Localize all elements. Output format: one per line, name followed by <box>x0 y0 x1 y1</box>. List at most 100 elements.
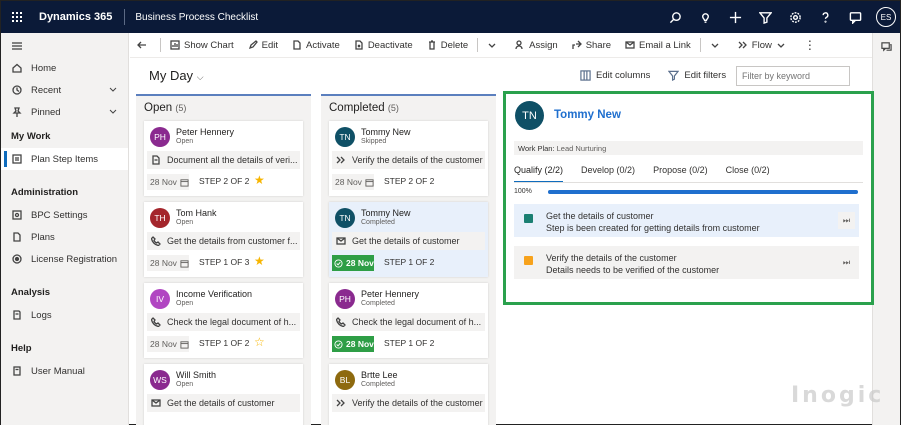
card-name[interactable]: Income Verification <box>176 289 252 299</box>
task-card[interactable]: WS Will Smith Open Get the details of custo… <box>144 364 303 425</box>
email-icon <box>625 41 635 49</box>
edit-filters-button[interactable]: Edit filters <box>668 70 726 81</box>
more-commands-button[interactable]: ⋮ <box>797 33 823 58</box>
filter-icon[interactable] <box>750 1 780 33</box>
add-icon[interactable] <box>720 1 750 33</box>
chevron-down-icon[interactable] <box>108 84 118 97</box>
chevron-down-icon[interactable] <box>108 106 118 119</box>
hamburger-icon[interactable] <box>11 41 23 51</box>
avatar: IV <box>150 289 170 309</box>
lightbulb-icon[interactable] <box>690 1 720 33</box>
more-chevron-button[interactable] <box>480 33 508 58</box>
checkbox-icon[interactable] <box>524 256 533 265</box>
task-card[interactable]: BL Brtte Lee Completed Verify the details o… <box>329 364 488 425</box>
card-task[interactable]: Get the details of customer <box>332 232 485 250</box>
search-icon[interactable] <box>660 1 690 33</box>
card-task[interactable]: Get the details of customer <box>147 394 300 412</box>
divider <box>477 38 479 52</box>
phone-icon <box>151 317 167 327</box>
skip-icon[interactable]: ⏭ <box>838 254 855 271</box>
deactivate-button[interactable]: Deactivate <box>347 33 420 58</box>
app-title[interactable]: Business Process Checklist <box>125 12 258 23</box>
task-card[interactable]: TN Tommy New Skipped Verify the details of … <box>329 121 488 196</box>
card-task[interactable]: Verify the details of the customer <box>332 151 485 169</box>
task-card[interactable]: PH Peter Hennery Completed Check the legal … <box>329 283 488 358</box>
chat-icon[interactable] <box>881 41 892 52</box>
view-selector[interactable]: My Day ⌵ <box>149 68 204 83</box>
step-description: Step is been created for getting details… <box>546 223 760 233</box>
nav-item-plans[interactable]: Plans <box>1 226 128 248</box>
nav-collapse[interactable] <box>1 35 128 57</box>
card-task[interactable]: Check the legal document of h... <box>147 313 300 331</box>
card-task[interactable]: Document all the details of veri... <box>147 151 300 169</box>
nav-item-home[interactable]: Home <box>1 57 128 79</box>
card-name[interactable]: Tommy New <box>361 208 411 218</box>
assign-button[interactable]: Assign <box>508 33 565 58</box>
star-filled-icon[interactable]: ★ <box>254 173 265 187</box>
button-label: Flow <box>751 39 772 51</box>
card-name[interactable]: Tommy New <box>361 127 411 137</box>
command-bar: Show Chart Edit Activate Deactivate Dele… <box>130 33 872 58</box>
nav-item-bpc-settings[interactable]: BPC Settings <box>1 204 128 226</box>
task-card[interactable]: IV Income Verification Open Check the legal… <box>144 283 303 358</box>
email-link-button[interactable]: Email a Link <box>618 33 698 58</box>
filter-keyword-input[interactable] <box>736 66 850 86</box>
card-name[interactable]: Peter Hennery <box>176 127 234 137</box>
flow-button[interactable]: Flow <box>731 33 797 58</box>
checklist-step[interactable]: Get the details of customer Step is been… <box>514 204 859 237</box>
app-launcher-icon[interactable] <box>1 1 33 33</box>
feedback-icon[interactable] <box>840 1 870 33</box>
due-date-badge: 28 Nov <box>147 336 189 352</box>
nav-item-license-registration[interactable]: License Registration <box>1 248 128 270</box>
deactivate-icon <box>355 40 363 50</box>
column-title: Open <box>144 102 173 114</box>
card-name[interactable]: Peter Hennery <box>361 289 419 299</box>
nav-item-logs[interactable]: Logs <box>1 304 128 326</box>
star-filled-icon[interactable]: ★ <box>254 254 265 268</box>
flow-icon <box>738 41 747 49</box>
card-name[interactable]: Will Smith <box>176 370 216 380</box>
back-button[interactable] <box>130 33 158 58</box>
column-count: (5) <box>175 103 187 113</box>
skip-icon[interactable]: ⏭ <box>838 212 855 229</box>
checkbox-icon[interactable] <box>524 214 533 223</box>
activate-button[interactable]: Activate <box>285 33 347 58</box>
edit-columns-button[interactable]: Edit columns <box>580 70 650 81</box>
task-card[interactable]: PH Peter Hennery Open Document all the deta… <box>144 121 303 196</box>
card-task[interactable]: Verify the details of the customer <box>332 394 485 412</box>
step-counter: STEP 2 OF 2 <box>199 176 250 186</box>
nav-label: Pinned <box>31 106 61 118</box>
detail-name-link[interactable]: Tommy New <box>554 109 621 121</box>
nav-item-plan-step-items[interactable]: Plan Step Items <box>1 148 128 170</box>
edit-button[interactable]: Edit <box>241 33 285 58</box>
card-name[interactable]: Tom Hank <box>176 208 217 218</box>
share-button[interactable]: Share <box>565 33 618 58</box>
tab-close[interactable]: Close (0/2) <box>726 165 770 183</box>
user-avatar[interactable]: ES <box>876 7 896 27</box>
show-chart-button[interactable]: Show Chart <box>163 33 241 58</box>
card-name[interactable]: Brtte Lee <box>361 370 398 380</box>
help-icon[interactable] <box>810 1 840 33</box>
work-plan-value[interactable]: Lead Nurturing <box>557 144 607 153</box>
task-card[interactable]: TN Tommy New Completed Get the details of c… <box>329 202 488 277</box>
nav-item-recent[interactable]: Recent <box>1 79 128 101</box>
star-outline-icon[interactable]: ☆ <box>254 335 265 349</box>
email-more-chevron[interactable] <box>703 33 731 58</box>
card-task[interactable]: Check the legal document of h... <box>332 313 485 331</box>
avatar: PH <box>335 289 355 309</box>
card-task[interactable]: Get the details from customer f... <box>147 232 300 250</box>
nav-item-user-manual[interactable]: User Manual <box>1 360 128 382</box>
delete-button[interactable]: Delete <box>420 33 475 58</box>
brand-name[interactable]: Dynamics 365 <box>33 9 126 25</box>
nav-item-pinned[interactable]: Pinned <box>1 101 128 123</box>
checklist-step[interactable]: Verify the details of the customer Detai… <box>514 246 859 279</box>
tab-qualify[interactable]: Qualify (2/2) <box>514 165 564 183</box>
tab-develop[interactable]: Develop (0/2) <box>581 165 635 183</box>
divider <box>514 182 863 183</box>
task-label: Verify the details of the customer <box>352 398 483 408</box>
nav-label: Plan Step Items <box>31 153 99 165</box>
task-card[interactable]: TH Tom Hank Open Get the details from custo… <box>144 202 303 277</box>
button-label: Deactivate <box>367 39 413 51</box>
settings-icon[interactable] <box>780 1 810 33</box>
tab-propose[interactable]: Propose (0/2) <box>653 165 708 183</box>
